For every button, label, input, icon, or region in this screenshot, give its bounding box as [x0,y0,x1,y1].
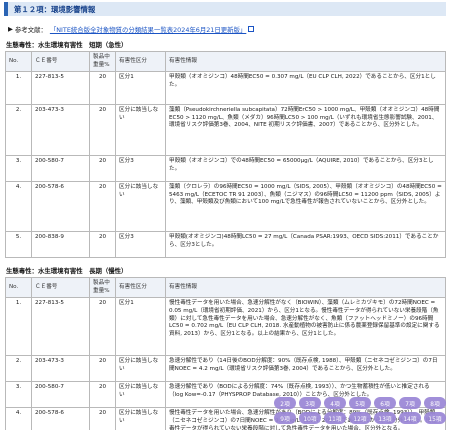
section-title: 第１２項：環境影響情報 [14,4,96,14]
cell-ec: 200-580-7 [31,381,90,409]
cell-info: 藻類（クロレラ）の96時間EC50 = 1000 mg/L（SIDS, 2005… [165,181,446,233]
cell-weight: 20 [89,297,116,357]
cell-category: 区分に該当しない [115,104,166,157]
cell-ec: 200-578-6 [31,407,90,430]
cell-weight: 20 [89,407,116,430]
cell-category: 区分に該当しない [115,381,166,409]
cell-info: 藻類（Pseudokirchneriella subcapitata）72時間E… [165,104,446,157]
acute-header-row: No. ＣＥ番号 製品中重量% 有害性区分 有害性情報 [5,50,446,73]
nav-item-13[interactable]: 13項 [374,412,396,424]
cell-ec: 227-813-5 [31,71,90,106]
cell-info: 甲殻類（オオミジンコ）での48時間EC50 = 65000μg/L（AQUIRE… [165,155,446,183]
table-row: 5. 200-838-9 20 区分3 甲殻類(オオミジンコ)48時間LC50 … [5,231,446,259]
cell-category: 区分に該当しない [115,355,166,383]
cell-no: 3. [5,155,32,183]
table-row: 1. 227-813-5 20 区分1 甲殻類（オオミジンコ）48時間EC50 … [5,71,446,106]
bullet-icon: ▶ [8,25,13,33]
cell-weight: 20 [89,104,116,157]
cell-ec: 200-838-9 [31,231,90,259]
reference-label: 参考文献： [14,25,47,34]
nav-item-14[interactable]: 14項 [399,412,421,424]
cell-category: 区分に該当しない [115,181,166,233]
cell-no: 1. [5,297,32,357]
table-row: 2. 203-473-3 20 区分に該当しない 藻類（Pseudokirchn… [5,104,446,157]
cell-weight: 20 [89,181,116,233]
nav-item-7[interactable]: 7項 [399,397,421,409]
cell-info: 慢性毒性データを用いた場合、急速分解性がなく（BIOWIN）、藻類（ムレミカヅキ… [165,297,446,357]
cell-no: 2. [5,355,32,383]
table-row: 4. 200-578-6 20 区分に該当しない 藻類（クロレラ）の96時間EC… [5,181,446,233]
header-no: No. [5,277,32,299]
cell-no: 4. [5,407,32,430]
nav-item-4[interactable]: 4項 [324,397,346,409]
cell-no: 3. [5,381,32,409]
header-no: No. [5,50,32,73]
chronic-header-row: No. ＣＥ番号 製品中重量% 有害性区分 有害性情報 [5,277,446,299]
header-ec: ＣＥ番号 [31,277,90,299]
nav-item-10[interactable]: 10項 [299,412,321,424]
cell-no: 5. [5,231,32,259]
cell-no: 1. [5,71,32,106]
reference-link[interactable]: 「NITE統合版全対象物質の分類結果一覧表2024年6月21日更新版」 [50,25,246,34]
cell-weight: 20 [89,355,116,383]
table-row: 1. 227-813-5 20 区分1 慢性毒性データを用いた場合、急速分解性が… [5,297,446,357]
header-info: 有害性情報 [165,277,446,299]
cell-ec: 200-580-7 [31,155,90,183]
cell-category: 区分1 [115,297,166,357]
cell-ec: 200-578-6 [31,181,90,233]
reference-line: ▶ 参考文献： 「NITE統合版全対象物質の分類結果一覧表2024年6月21日更… [8,24,446,34]
header-ec: ＣＥ番号 [31,50,90,73]
header-info: 有害性情報 [165,50,446,73]
section-nav: 2項 3項 4項 5項 6項 7項 8項 9項 10項 11項 12項 13項 … [260,397,446,424]
cell-ec: 203-473-3 [31,355,90,383]
nav-item-11[interactable]: 11項 [324,412,346,424]
header-weight: 製品中重量% [89,50,116,73]
cell-weight: 20 [89,71,116,106]
cell-no: 4. [5,181,32,233]
page-container: 第１２項：環境影響情報 ▶ 参考文献： 「NITE統合版全対象物質の分類結果一覧… [4,2,446,430]
cell-category: 区分1 [115,71,166,106]
acute-table-title: 生態毒性：水生環境有害性 短期（急性） [6,41,128,49]
header-category: 有害性区分 [115,277,166,299]
table-row: 2. 203-473-3 20 区分に該当しない 急速分解性であり（14日後のB… [5,355,446,383]
table-row: 3. 200-580-7 20 区分3 甲殻類（オオミジンコ）での48時間EC5… [5,155,446,183]
section-header: 第１２項：環境影響情報 [4,2,446,16]
nav-item-8[interactable]: 8項 [424,397,446,409]
nav-item-2[interactable]: 2項 [274,397,296,409]
nav-item-3[interactable]: 3項 [299,397,321,409]
cell-weight: 20 [89,231,116,259]
header-category: 有害性区分 [115,50,166,73]
cell-info: 急速分解性であり（14日後のBOD分解度：90%（既存点検, 1988）、甲殻類… [165,355,446,383]
external-link-icon[interactable] [248,26,255,32]
header-weight: 製品中重量% [89,277,116,299]
nav-item-12[interactable]: 12項 [349,412,371,424]
cell-info: 甲殻類(オオミジンコ)48時間LC50 = 27 mg/L（Canada PSA… [165,231,446,259]
cell-category: 区分に該当しない [115,407,166,430]
nav-item-15[interactable]: 15項 [424,412,446,424]
cell-info: 甲殻類（オオミジンコ）48時間EC50 = 0.307 mg/L（EU CLP … [165,71,446,106]
acute-table: No. ＣＥ番号 製品中重量% 有害性区分 有害性情報 1. 227-813-5… [5,50,446,259]
cell-ec: 227-813-5 [31,297,90,357]
nav-item-6[interactable]: 6項 [374,397,396,409]
cell-ec: 203-473-3 [31,104,90,157]
nav-item-9[interactable]: 9項 [274,412,296,424]
cell-no: 2. [5,104,32,157]
cell-weight: 20 [89,155,116,183]
nav-item-5[interactable]: 5項 [349,397,371,409]
cell-weight: 20 [89,381,116,409]
chronic-table-title: 生態毒性：水生環境有害性 長期（慢性） [6,267,128,276]
cell-category: 区分3 [115,155,166,183]
cell-category: 区分3 [115,231,166,259]
